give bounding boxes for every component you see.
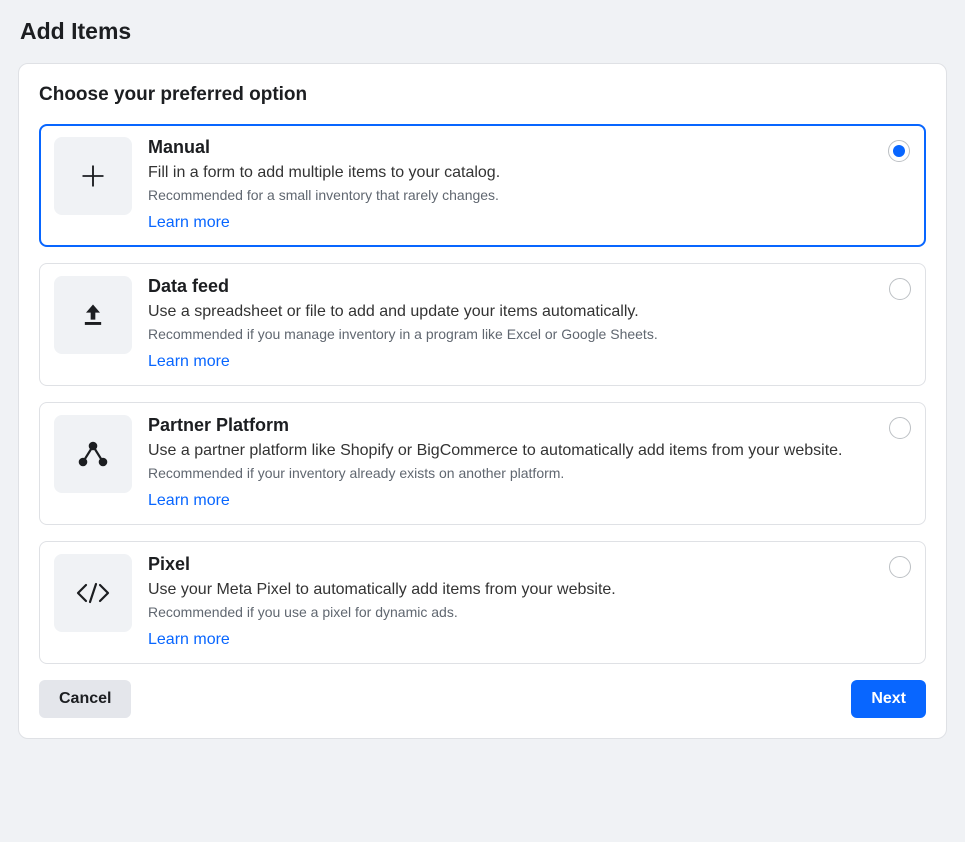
- network-icon: [54, 415, 132, 493]
- option-partner-platform-description: Use a partner platform like Shopify or B…: [148, 440, 871, 462]
- option-manual-learn-more-link[interactable]: Learn more: [148, 214, 230, 232]
- option-pixel[interactable]: Pixel Use your Meta Pixel to automatical…: [39, 541, 926, 664]
- option-manual-description: Fill in a form to add multiple items to …: [148, 162, 871, 184]
- option-partner-platform-learn-more-link[interactable]: Learn more: [148, 492, 230, 510]
- option-manual-radio[interactable]: [888, 140, 910, 162]
- option-data-feed-recommendation: Recommended if you manage inventory in a…: [148, 325, 871, 345]
- option-pixel-description: Use your Meta Pixel to automatically add…: [148, 579, 871, 601]
- option-pixel-body: Pixel Use your Meta Pixel to automatical…: [148, 554, 911, 649]
- option-partner-platform[interactable]: Partner Platform Use a partner platform …: [39, 402, 926, 525]
- option-manual[interactable]: Manual Fill in a form to add multiple it…: [39, 124, 926, 247]
- option-partner-platform-title: Partner Platform: [148, 415, 871, 436]
- option-data-feed-learn-more-link[interactable]: Learn more: [148, 353, 230, 371]
- option-data-feed-body: Data feed Use a spreadsheet or file to a…: [148, 276, 911, 371]
- options-card: Choose your preferred option Manual Fill…: [18, 63, 947, 739]
- option-pixel-title: Pixel: [148, 554, 871, 575]
- option-manual-recommendation: Recommended for a small inventory that r…: [148, 186, 871, 206]
- option-data-feed-title: Data feed: [148, 276, 871, 297]
- cancel-button[interactable]: Cancel: [39, 680, 131, 718]
- code-icon: [54, 554, 132, 632]
- upload-icon: [54, 276, 132, 354]
- page-title: Add Items: [20, 18, 947, 45]
- option-pixel-radio[interactable]: [889, 556, 911, 578]
- option-manual-body: Manual Fill in a form to add multiple it…: [148, 137, 911, 232]
- option-manual-title: Manual: [148, 137, 871, 158]
- option-data-feed-radio[interactable]: [889, 278, 911, 300]
- option-pixel-learn-more-link[interactable]: Learn more: [148, 631, 230, 649]
- next-button[interactable]: Next: [851, 680, 926, 718]
- plus-icon: [54, 137, 132, 215]
- option-partner-platform-body: Partner Platform Use a partner platform …: [148, 415, 911, 510]
- option-data-feed-description: Use a spreadsheet or file to add and upd…: [148, 301, 871, 323]
- footer: Cancel Next: [39, 680, 926, 718]
- option-partner-platform-recommendation: Recommended if your inventory already ex…: [148, 464, 871, 484]
- option-partner-platform-radio[interactable]: [889, 417, 911, 439]
- option-pixel-recommendation: Recommended if you use a pixel for dynam…: [148, 603, 871, 623]
- section-heading: Choose your preferred option: [39, 84, 926, 106]
- option-data-feed[interactable]: Data feed Use a spreadsheet or file to a…: [39, 263, 926, 386]
